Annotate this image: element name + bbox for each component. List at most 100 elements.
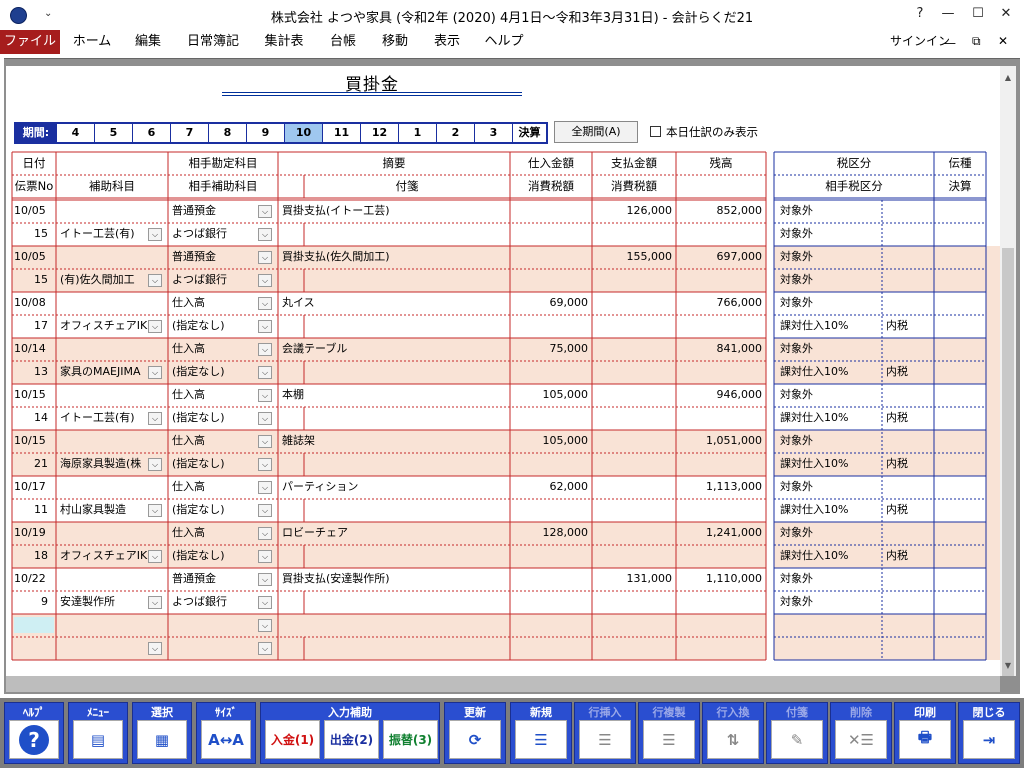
purchase-amount-cell[interactable]: 105,000 — [510, 430, 592, 452]
counter-tax-category-cell[interactable]: 課対仕入10% — [780, 315, 880, 337]
ribbon-restore-button[interactable]: ⧉ — [972, 34, 981, 49]
menu-summary[interactable]: 集計表 — [256, 30, 312, 54]
tax-category-cell[interactable]: 対象外 — [780, 522, 880, 544]
sub-account-dropdown-icon[interactable]: ⌵ — [148, 504, 162, 517]
counter-tax-category-cell[interactable]: 対象外 — [780, 269, 880, 291]
description-cell[interactable]: 買掛支払(佐久間加工) — [282, 246, 506, 268]
refresh-button[interactable]: 更新 ⟳ — [444, 702, 506, 764]
menu-file[interactable]: ファイル — [0, 30, 60, 54]
counter-sub-account-cell[interactable]: (指定なし) — [172, 545, 262, 567]
date-cell[interactable]: 10/05 — [14, 246, 54, 268]
slip-no-cell[interactable]: 18 — [12, 545, 52, 567]
tax-inclusion-cell[interactable]: 内税 — [886, 453, 932, 475]
sub-account-cell[interactable]: 海原家具製造(株 — [60, 453, 152, 475]
withdrawal-button[interactable]: 出金(2) — [324, 720, 379, 759]
print-icon-box[interactable]: 🖶 — [899, 720, 951, 759]
counter-account-dropdown-icon[interactable]: ⌵ — [258, 389, 272, 402]
sub-account-cell[interactable]: 村山家具製造 — [60, 499, 152, 521]
tax-category-cell[interactable]: 対象外 — [780, 292, 880, 314]
date-cell[interactable]: 10/15 — [14, 384, 54, 406]
counter-account-cell[interactable]: 普通預金 — [172, 200, 262, 222]
counter-sub-account-cell[interactable]: (指定なし) — [172, 315, 262, 337]
counter-tax-category-cell[interactable]: 対象外 — [780, 223, 880, 245]
scroll-up-icon[interactable]: ▲ — [1000, 70, 1016, 86]
counter-account-cell[interactable]: 普通預金 — [172, 568, 262, 590]
payment-amount-cell[interactable]: 155,000 — [592, 246, 676, 268]
sub-account-cell[interactable]: オフィスチェアIKE — [60, 545, 152, 567]
size-icon-box[interactable]: A↔A — [201, 720, 251, 759]
sub-account-dropdown-icon[interactable]: ⌵ — [148, 596, 162, 609]
date-cell[interactable]: 10/17 — [14, 476, 54, 498]
sub-account-dropdown-icon[interactable]: ⌵ — [148, 228, 162, 241]
tax-category-cell[interactable]: 対象外 — [780, 338, 880, 360]
tax-category-cell[interactable]: 対象外 — [780, 384, 880, 406]
description-cell[interactable]: ロビーチェア — [282, 522, 506, 544]
counter-account-cell[interactable]: 仕入高 — [172, 430, 262, 452]
new-counter-sub-account-dropdown-icon[interactable]: ⌵ — [258, 642, 272, 655]
sub-account-dropdown-icon[interactable]: ⌵ — [148, 320, 162, 333]
counter-tax-category-cell[interactable]: 課対仕入10% — [780, 361, 880, 383]
counter-sub-account-dropdown-icon[interactable]: ⌵ — [258, 274, 272, 287]
new-counter-account-dropdown-icon[interactable]: ⌵ — [258, 619, 272, 632]
new-sub-account-dropdown-icon[interactable]: ⌵ — [148, 642, 162, 655]
ribbon-close-button[interactable]: ✕ — [998, 34, 1008, 48]
sticky-button[interactable]: 付箋 ✎ — [766, 702, 828, 764]
swap-row-icon-box[interactable]: ⇅ — [707, 720, 759, 759]
minimize-button[interactable]: — — [938, 6, 958, 21]
description-cell[interactable]: 丸イス — [282, 292, 506, 314]
sub-account-cell[interactable]: 家具のMAEJIMA — [60, 361, 152, 383]
counter-account-dropdown-icon[interactable]: ⌵ — [258, 527, 272, 540]
counter-account-cell[interactable]: 普通預金 — [172, 246, 262, 268]
menu-ledger[interactable]: 台帳 — [322, 30, 364, 54]
counter-account-dropdown-icon[interactable]: ⌵ — [258, 251, 272, 264]
sub-account-cell[interactable]: イトー工芸(有) — [60, 223, 152, 245]
menu-daily-bookkeeping[interactable]: 日常簿記 — [180, 30, 246, 54]
sign-in-link[interactable]: サインイン — [890, 32, 950, 49]
duplicate-row-icon-box[interactable]: ☰ — [643, 720, 695, 759]
counter-account-cell[interactable]: 仕入高 — [172, 522, 262, 544]
tax-inclusion-cell[interactable]: 内税 — [886, 361, 932, 383]
sub-account-cell[interactable]: オフィスチェアIKE — [60, 315, 152, 337]
new-icon-box[interactable]: ☰ — [515, 720, 567, 759]
sub-account-dropdown-icon[interactable]: ⌵ — [148, 366, 162, 379]
tax-category-cell[interactable]: 対象外 — [780, 246, 880, 268]
sub-account-dropdown-icon[interactable]: ⌵ — [148, 550, 162, 563]
sub-account-cell[interactable]: (有)佐久間加工 — [60, 269, 152, 291]
tax-inclusion-cell[interactable]: 内税 — [886, 315, 932, 337]
description-cell[interactable]: 会議テーブル — [282, 338, 506, 360]
menu-edit[interactable]: 編集 — [126, 30, 170, 54]
size-button[interactable]: ｻｲｽﾞ A↔A — [196, 702, 256, 764]
select-button[interactable]: 選択 ▦ — [132, 702, 192, 764]
description-cell[interactable]: 買掛支払(イトー工芸) — [282, 200, 506, 222]
counter-sub-account-dropdown-icon[interactable]: ⌵ — [258, 228, 272, 241]
purchase-amount-cell[interactable]: 75,000 — [510, 338, 592, 360]
close-window-button[interactable]: ✕ — [996, 6, 1016, 21]
counter-sub-account-dropdown-icon[interactable]: ⌵ — [258, 458, 272, 471]
counter-sub-account-dropdown-icon[interactable]: ⌵ — [258, 596, 272, 609]
purchase-amount-cell[interactable]: 62,000 — [510, 476, 592, 498]
payment-amount-cell[interactable]: 126,000 — [592, 200, 676, 222]
swap-row-button[interactable]: 行入換 ⇅ — [702, 702, 764, 764]
new-button[interactable]: 新規 ☰ — [510, 702, 572, 764]
close-icon-box[interactable]: ⇥ — [963, 720, 1015, 759]
date-cell[interactable]: 10/14 — [14, 338, 54, 360]
slip-no-cell[interactable]: 11 — [12, 499, 52, 521]
counter-sub-account-cell[interactable]: よつば銀行 — [172, 269, 262, 291]
slip-no-cell[interactable]: 15 — [12, 223, 52, 245]
counter-account-dropdown-icon[interactable]: ⌵ — [258, 435, 272, 448]
tax-category-cell[interactable]: 対象外 — [780, 476, 880, 498]
purchase-amount-cell[interactable]: 105,000 — [510, 384, 592, 406]
close-button[interactable]: 閉じる ⇥ — [958, 702, 1020, 764]
tax-inclusion-cell[interactable]: 内税 — [886, 407, 932, 429]
description-cell[interactable]: 雑誌架 — [282, 430, 506, 452]
counter-account-cell[interactable]: 仕入高 — [172, 476, 262, 498]
counter-account-cell[interactable]: 仕入高 — [172, 338, 262, 360]
slip-no-cell[interactable]: 14 — [12, 407, 52, 429]
counter-account-dropdown-icon[interactable]: ⌵ — [258, 297, 272, 310]
scroll-thumb[interactable] — [1002, 248, 1014, 676]
counter-sub-account-dropdown-icon[interactable]: ⌵ — [258, 550, 272, 563]
menu-button[interactable]: ﾒﾆｭｰ ▤ — [68, 702, 128, 764]
menu-home[interactable]: ホーム — [66, 30, 118, 54]
date-cell[interactable]: 10/05 — [14, 200, 54, 222]
duplicate-row-button[interactable]: 行複製 ☰ — [638, 702, 700, 764]
